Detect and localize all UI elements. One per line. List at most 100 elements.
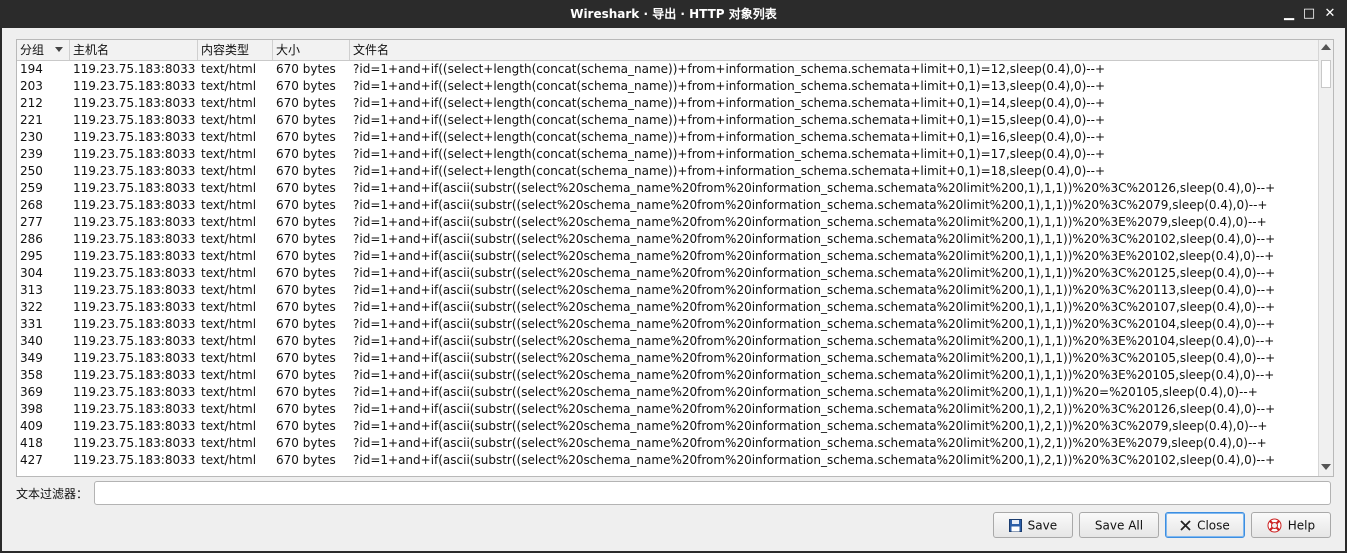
cell-hostname: 119.23.75.183:8033 — [73, 181, 196, 195]
column-header-label: 分组 — [20, 43, 45, 57]
close-button[interactable]: Close — [1165, 512, 1245, 538]
cell-content-type: text/html — [201, 62, 257, 76]
cell-packet: 230 — [20, 130, 43, 144]
table-row[interactable]: 203 119.23.75.183:8033 text/html 670 bytes?… — [17, 78, 1318, 95]
cell-packet: 331 — [20, 317, 43, 331]
table-row[interactable]: 313 119.23.75.183:8033 text/html 670 bytes?… — [17, 282, 1318, 299]
http-object-table[interactable]: 分组 主机名 内容类型 大小 文件名 194 119.23.75.183:8033… — [16, 39, 1334, 477]
table-row[interactable]: 230 119.23.75.183:8033 text/html 670 bytes?… — [17, 129, 1318, 146]
scroll-down-arrow-icon[interactable] — [1321, 464, 1331, 470]
cell-content-type: text/html — [201, 283, 257, 297]
cell-filename: ?id=1+and+if(ascii(substr((select%20sche… — [353, 249, 1275, 263]
cell-hostname: 119.23.75.183:8033 — [73, 266, 196, 280]
cell-packet: 349 — [20, 351, 43, 365]
close-window-button[interactable]: ✕ — [1322, 6, 1338, 22]
table-row[interactable]: 340 119.23.75.183:8033 text/html 670 bytes?… — [17, 333, 1318, 350]
cell-packet: 358 — [20, 368, 43, 382]
column-header-hostname[interactable]: 主机名 — [70, 40, 198, 60]
cell-size: 670 bytes — [276, 147, 336, 161]
cell-content-type: text/html — [201, 402, 257, 416]
cell-content-type: text/html — [201, 317, 257, 331]
table-row[interactable]: 221 119.23.75.183:8033 text/html 670 bytes?… — [17, 112, 1318, 129]
cell-filename: ?id=1+and+if(ascii(substr((select%20sche… — [353, 317, 1276, 331]
cell-size: 670 bytes — [276, 385, 336, 399]
minimize-button[interactable]: ▁ — [1281, 6, 1297, 22]
cell-content-type: text/html — [201, 181, 257, 195]
cell-content-type: text/html — [201, 147, 257, 161]
cell-content-type: text/html — [201, 113, 257, 127]
title-bar: Wireshark · 导出 · HTTP 对象列表 ▁ □ ✕ — [0, 0, 1347, 28]
cell-size: 670 bytes — [276, 436, 336, 450]
cell-size: 670 bytes — [276, 181, 336, 195]
cell-size: 670 bytes — [276, 96, 336, 110]
cell-packet: 203 — [20, 79, 43, 93]
table-row[interactable]: 277 119.23.75.183:8033 text/html 670 bytes?… — [17, 214, 1318, 231]
save-all-button[interactable]: Save All — [1079, 512, 1159, 538]
table-row[interactable]: 358 119.23.75.183:8033 text/html 670 bytes?… — [17, 367, 1318, 384]
cell-hostname: 119.23.75.183:8033 — [73, 96, 196, 110]
save-button[interactable]: Save — [993, 512, 1073, 538]
cell-filename: ?id=1+and+if((select+length(concat(schem… — [353, 96, 1106, 110]
cell-hostname: 119.23.75.183:8033 — [73, 368, 196, 382]
lifebuoy-help-icon — [1267, 518, 1282, 533]
table-row[interactable]: 418 119.23.75.183:8033 text/html 670 bytes?… — [17, 435, 1318, 452]
cell-hostname: 119.23.75.183:8033 — [73, 436, 196, 450]
table-row[interactable]: 369 119.23.75.183:8033 text/html 670 bytes?… — [17, 384, 1318, 401]
cell-packet: 313 — [20, 283, 43, 297]
cell-filename: ?id=1+and+if(ascii(substr((select%20sche… — [353, 266, 1276, 280]
table-row[interactable]: 398 119.23.75.183:8033 text/html 670 bytes?… — [17, 401, 1318, 418]
scroll-up-arrow-icon[interactable] — [1321, 44, 1331, 50]
cell-packet: 418 — [20, 436, 43, 450]
vertical-scrollbar[interactable] — [1318, 40, 1333, 476]
cell-filename: ?id=1+and+if(ascii(substr((select%20sche… — [353, 232, 1276, 246]
column-header-filename[interactable]: 文件名 — [350, 40, 1318, 60]
cell-hostname: 119.23.75.183:8033 — [73, 215, 196, 229]
table-row[interactable]: 349 119.23.75.183:8033 text/html 670 bytes?… — [17, 350, 1318, 367]
table-row[interactable]: 259 119.23.75.183:8033 text/html 670 bytes?… — [17, 180, 1318, 197]
table-row[interactable]: 322 119.23.75.183:8033 text/html 670 bytes?… — [17, 299, 1318, 316]
cell-packet: 259 — [20, 181, 43, 195]
cell-size: 670 bytes — [276, 62, 336, 76]
help-button[interactable]: Help — [1251, 512, 1331, 538]
cell-content-type: text/html — [201, 351, 257, 365]
cell-size: 670 bytes — [276, 283, 336, 297]
cell-size: 670 bytes — [276, 79, 336, 93]
scrollbar-thumb[interactable] — [1321, 60, 1331, 88]
table-row[interactable]: 239 119.23.75.183:8033 text/html 670 bytes?… — [17, 146, 1318, 163]
cell-size: 670 bytes — [276, 419, 336, 433]
cell-filename: ?id=1+and+if(ascii(substr((select%20sche… — [353, 283, 1276, 297]
cell-filename: ?id=1+and+if(ascii(substr((select%20sche… — [353, 402, 1276, 416]
cell-content-type: text/html — [201, 436, 257, 450]
column-header-size[interactable]: 大小 — [273, 40, 350, 60]
save-all-button-label: Save All — [1094, 518, 1144, 533]
column-header-label: 文件名 — [353, 43, 390, 57]
cell-content-type: text/html — [201, 419, 257, 433]
table-row[interactable]: 212 119.23.75.183:8033 text/html 670 bytes?… — [17, 95, 1318, 112]
cell-size: 670 bytes — [276, 113, 336, 127]
table-row[interactable]: 194 119.23.75.183:8033 text/html 670 bytes?… — [17, 61, 1318, 78]
text-filter-input[interactable] — [94, 481, 1331, 505]
cell-packet: 398 — [20, 402, 43, 416]
cell-packet: 369 — [20, 385, 43, 399]
dialog-body: 分组 主机名 内容类型 大小 文件名 194 119.23.75.183:8033… — [2, 28, 1345, 551]
cell-filename: ?id=1+and+if(ascii(substr((select%20sche… — [353, 351, 1276, 365]
cell-filename: ?id=1+and+if(ascii(substr((select%20sche… — [353, 215, 1267, 229]
maximize-button[interactable]: □ — [1301, 6, 1317, 22]
column-header-packet[interactable]: 分组 — [17, 40, 70, 60]
cell-hostname: 119.23.75.183:8033 — [73, 249, 196, 263]
cell-packet: 409 — [20, 419, 43, 433]
cell-hostname: 119.23.75.183:8033 — [73, 419, 196, 433]
table-row[interactable]: 250 119.23.75.183:8033 text/html 670 bytes?… — [17, 163, 1318, 180]
cell-hostname: 119.23.75.183:8033 — [73, 62, 196, 76]
cell-hostname: 119.23.75.183:8033 — [73, 147, 196, 161]
table-row[interactable]: 268 119.23.75.183:8033 text/html 670 bytes?… — [17, 197, 1318, 214]
column-header-content-type[interactable]: 内容类型 — [198, 40, 273, 60]
table-row[interactable]: 409 119.23.75.183:8033 text/html 670 bytes?… — [17, 418, 1318, 435]
table-row[interactable]: 286 119.23.75.183:8033 text/html 670 bytes?… — [17, 231, 1318, 248]
table-row[interactable]: 427 119.23.75.183:8033 text/html 670 bytes?… — [17, 452, 1318, 469]
table-row[interactable]: 295 119.23.75.183:8033 text/html 670 bytes?… — [17, 248, 1318, 265]
cell-filename: ?id=1+and+if(ascii(substr((select%20sche… — [353, 334, 1275, 348]
table-row[interactable]: 331 119.23.75.183:8033 text/html 670 bytes?… — [17, 316, 1318, 333]
table-row[interactable]: 304 119.23.75.183:8033 text/html 670 bytes?… — [17, 265, 1318, 282]
cell-packet: 286 — [20, 232, 43, 246]
